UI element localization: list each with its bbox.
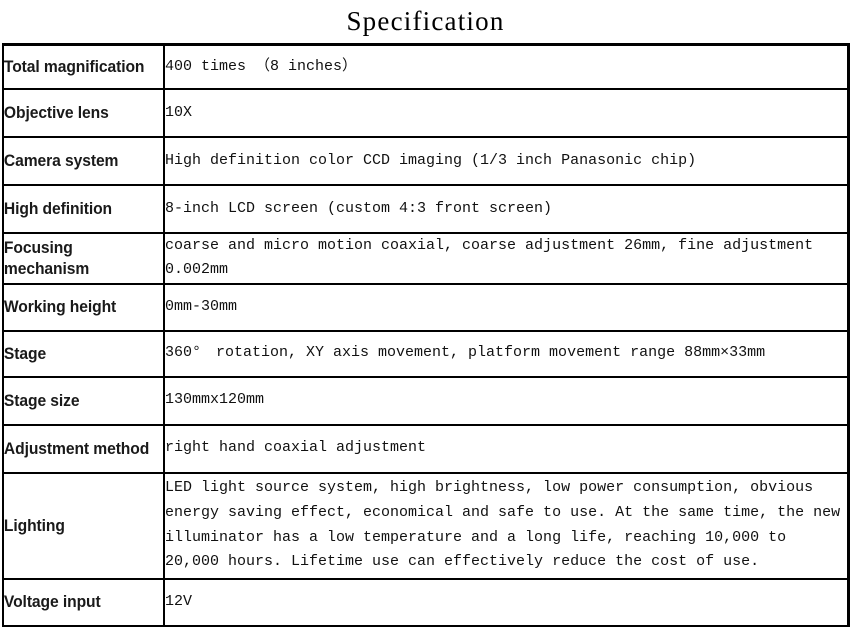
title-band: Specification [0,0,851,43]
row-value-voltage-input: 12V [164,578,848,627]
table-row: Lighting LED light source system, high b… [3,472,848,580]
row-label-working-height: Working height [3,283,153,332]
page-title: Specification [346,6,505,36]
row-label-stage: Stage [3,330,153,378]
row-label-stage-size: Stage size [3,376,153,426]
specification-sheet: Specification Total magnification 400 ti… [0,0,851,627]
specification-table-body: Total magnification 400 times （8 inches）… [3,44,848,627]
table-row: Stage size 130mmx120mm [3,376,848,426]
row-label-high-definition: High definition [3,185,153,234]
specification-table: Total magnification 400 times （8 inches）… [2,43,850,627]
row-label-focusing-mechanism: Focusing mechanism [3,233,153,285]
row-label-voltage-input: Voltage input [3,578,153,627]
row-label-total-magnification: Total magnification [3,44,153,90]
table-row: Focusing mechanism coarse and micro moti… [3,233,848,285]
row-value-lighting: LED light source system, high brightness… [164,472,848,580]
table-row: Camera system High definition color CCD … [3,137,848,186]
row-value-high-definition: 8-inch LCD screen (custom 4:3 front scre… [164,185,848,234]
row-value-stage: 360° rotation, XY axis movement, platfor… [164,330,848,378]
row-value-working-height: 0mm-30mm [164,283,848,332]
table-row: Adjustment method right hand coaxial adj… [3,424,848,474]
row-label-camera-system: Camera system [3,137,153,186]
table-row: Total magnification 400 times （8 inches） [3,44,848,90]
row-value-camera-system: High definition color CCD imaging (1/3 i… [164,137,848,186]
row-label-adjustment-method: Adjustment method [3,424,153,474]
row-value-objective-lens: 10X [164,89,848,138]
row-value-focusing-mechanism: coarse and micro motion coaxial, coarse … [164,233,848,285]
table-row: High definition 8-inch LCD screen (custo… [3,185,848,234]
table-row: Objective lens 10X [3,89,848,138]
table-row: Working height 0mm-30mm [3,283,848,332]
table-row: Stage 360° rotation, XY axis movement, p… [3,330,848,378]
row-value-stage-size: 130mmx120mm [164,376,848,426]
table-row: Voltage input 12V [3,578,848,627]
row-label-objective-lens: Objective lens [3,89,153,138]
row-value-total-magnification: 400 times （8 inches） [164,44,848,90]
row-label-lighting: Lighting [3,472,153,580]
row-value-adjustment-method: right hand coaxial adjustment [164,424,848,474]
